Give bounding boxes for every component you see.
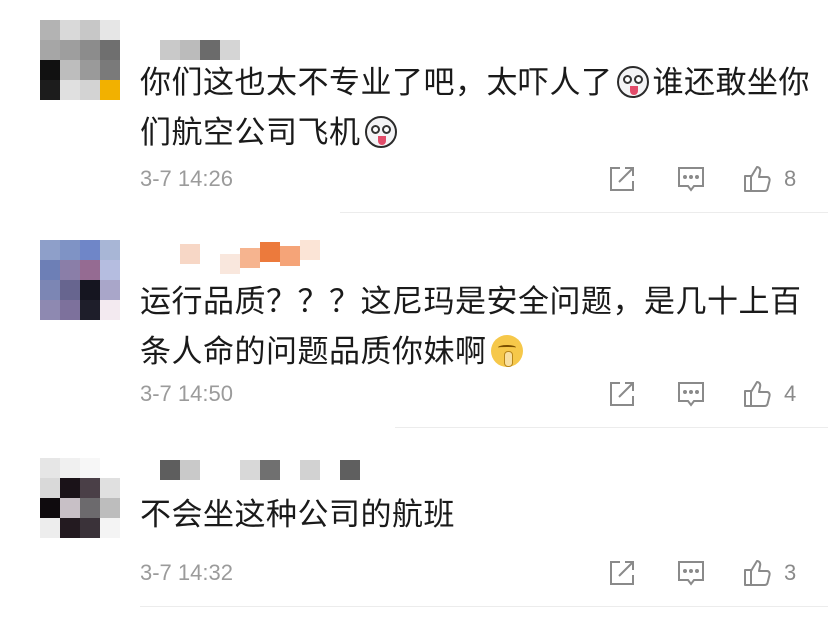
comment-icon[interactable]: [676, 379, 706, 409]
comment-item: 不会坐这种公司的航班 3-7 14:32 3: [0, 428, 828, 606]
dog-emoji: [616, 66, 649, 98]
comment-item: 运行品质？？？这尼玛是安全问题，是几十上百条人命的问题品质你妹啊 3-7 14:…: [0, 213, 828, 427]
avatar[interactable]: [40, 20, 120, 100]
divider: [140, 606, 828, 607]
like-count: 4: [784, 381, 797, 406]
avatar[interactable]: [40, 240, 120, 320]
comment-text: 不会坐这种公司的航班: [140, 497, 455, 533]
dog-emoji: [364, 116, 397, 148]
comment-text: 运行品质？？？这尼玛是安全问题，是几十上百条人命的问题品质你妹啊: [140, 284, 802, 370]
share-icon[interactable]: [607, 379, 637, 409]
share-icon[interactable]: [607, 164, 637, 194]
comment-item: 你们这也太不专业了吧，太吓人了 谁还敢坐你们航空公司飞机 3-7 14:26 8: [0, 0, 828, 212]
like-count: 8: [784, 166, 797, 191]
comment-text: 你们这也太不专业了吧，太吓人了 谁还敢坐你们航空公司飞机: [140, 65, 810, 151]
avatar[interactable]: [40, 458, 120, 538]
like-count: 3: [784, 560, 797, 585]
comment-time: 3-7 14:50: [140, 381, 233, 406]
comment-icon[interactable]: [676, 164, 706, 194]
comment-icon[interactable]: [676, 558, 706, 588]
comment-time: 3-7 14:32: [140, 560, 233, 585]
share-icon[interactable]: [607, 558, 637, 588]
thumbs-up-icon[interactable]: [742, 164, 772, 194]
thumbs-up-icon[interactable]: [742, 558, 772, 588]
shush-emoji: [490, 335, 523, 367]
comment-time: 3-7 14:26: [140, 166, 233, 191]
thumbs-up-icon[interactable]: [742, 379, 772, 409]
